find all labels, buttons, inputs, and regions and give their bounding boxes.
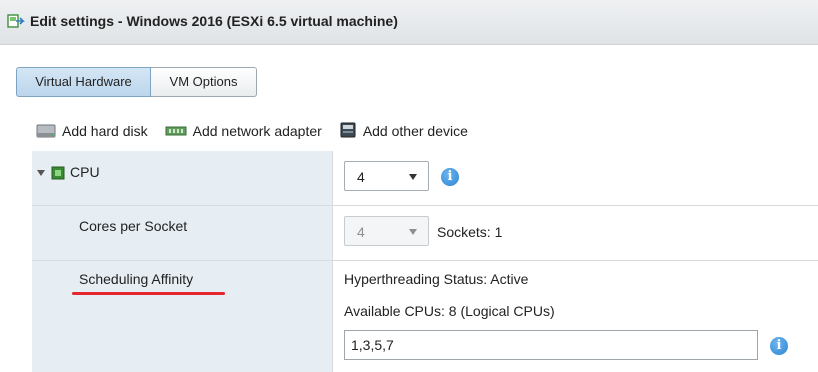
hardware-toolbar: Add hard disk Add network adapter Add ot… xyxy=(36,121,485,141)
hyperthreading-status: Hyperthreading Status: Active xyxy=(344,271,529,287)
cpu-label: CPU xyxy=(70,164,100,180)
vm-edit-icon xyxy=(7,14,25,28)
add-hard-disk-button[interactable]: Add hard disk xyxy=(36,123,148,139)
add-hard-disk-label: Add hard disk xyxy=(62,123,148,139)
affinity-label-cell: Scheduling Affinity xyxy=(32,261,333,372)
affinity-info-icon[interactable]: i xyxy=(770,337,788,355)
cpu-chip-icon xyxy=(51,166,65,180)
scheduling-affinity-row: Scheduling Affinity Hyperthreading Statu… xyxy=(32,261,818,372)
cpu-info-icon[interactable]: i xyxy=(441,168,459,186)
dialog-title: Edit settings - Windows 2016 (ESXi 6.5 v… xyxy=(30,13,398,29)
hard-disk-icon xyxy=(36,124,56,138)
dialog-titlebar: Edit settings - Windows 2016 (ESXi 6.5 v… xyxy=(0,0,818,45)
tab-virtual-hardware[interactable]: Virtual Hardware xyxy=(16,67,151,97)
cpu-label-cell: CPU xyxy=(32,151,333,205)
chevron-down-icon xyxy=(409,229,417,235)
cores-per-socket-value: 4 xyxy=(357,224,365,240)
cpu-row: CPU 4 i xyxy=(32,151,818,206)
add-network-adapter-button[interactable]: Add network adapter xyxy=(165,123,322,139)
cores-label-cell: Cores per Socket xyxy=(32,206,333,260)
add-network-adapter-label: Add network adapter xyxy=(192,123,322,139)
cores-per-socket-label: Cores per Socket xyxy=(79,218,188,234)
cores-per-socket-select: 4 xyxy=(344,216,429,246)
hardware-grid: CPU 4 i Cores per Socket 4 Sockets: 1 Sc… xyxy=(32,151,818,372)
add-other-device-button[interactable]: Add other device xyxy=(339,122,468,140)
chevron-down-icon xyxy=(409,174,417,180)
expand-arrow-icon[interactable] xyxy=(37,170,45,176)
network-adapter-icon xyxy=(165,126,187,136)
sockets-count: Sockets: 1 xyxy=(437,224,503,240)
scheduling-affinity-input[interactable] xyxy=(344,330,758,360)
cores-per-socket-row: Cores per Socket 4 Sockets: 1 xyxy=(32,206,818,261)
scheduling-affinity-label: Scheduling Affinity xyxy=(79,271,194,287)
add-other-device-label: Add other device xyxy=(362,123,468,139)
available-cpus: Available CPUs: 8 (Logical CPUs) xyxy=(344,303,555,319)
tab-vm-options[interactable]: VM Options xyxy=(151,67,257,97)
other-device-icon xyxy=(340,122,356,138)
cpu-count-value: 4 xyxy=(357,169,365,185)
cpu-count-select[interactable]: 4 xyxy=(344,161,429,191)
annotation-underline xyxy=(72,292,225,295)
settings-tabs: Virtual Hardware VM Options xyxy=(16,67,257,97)
